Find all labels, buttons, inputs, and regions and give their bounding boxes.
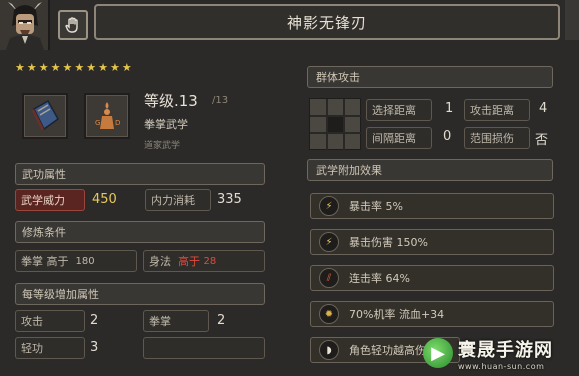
star-icon: ★ [26,61,37,74]
svg-text:G: G [95,119,100,127]
attack-stat-value: 0 [443,129,452,144]
cost-label-text: 内力消耗 [151,194,195,207]
req2-label: 身法 [149,255,171,268]
req1-value: 180 [75,255,95,267]
star-icon: ★ [62,61,73,74]
skill-book-icon [22,93,68,139]
school-emblem-icon: G D [95,102,120,129]
svg-text:D: D [115,119,120,127]
watermark-logo-icon: ▶ [423,338,453,368]
star-icon: ★ [110,61,120,74]
star-icon: ★ [38,61,49,74]
slash-icon: ⫽ [319,268,339,288]
attack-stat-label: 选择距离 [366,99,432,121]
per-level-header-label: 每等级增加属性 [22,288,99,301]
effect-label: 暴击伤害 150% [349,236,428,249]
attack-stat-value: 1 [445,101,454,116]
character-portrait[interactable] [0,0,50,50]
requirements-header-label: 修炼条件 [22,226,66,239]
skill-subschool: 道家武学 [144,141,181,151]
skill-level: 等级.13 [144,92,198,110]
effect-item: ⚡ 暴击伤害 150% [310,229,554,255]
attack-stat-value: 4 [539,101,548,116]
cost-value: 335 [217,192,242,207]
star-icon: ★ [86,61,97,74]
title-bar: 神影无锋刃 [94,4,560,40]
per-level-item-value: 2 [90,313,99,328]
attack-range-label: 攻击距离 [470,104,514,117]
portrait-image [0,0,48,50]
blood-icon: ✹ [319,304,339,324]
boot-icon: ◗ [319,340,339,360]
effect-label: 暴击率 5% [349,200,403,213]
per-level-item: 轻功 [15,337,85,359]
interval-range-label: 间隔距离 [372,132,416,145]
power-label-text: 武学威力 [21,194,65,207]
attributes-header-label: 武功属性 [22,168,66,181]
watermark-url: www.huan-sun.com [458,361,545,371]
power-label: 武学威力 [15,189,85,211]
attack-stat-label: 间隔距离 [366,127,432,149]
effect-item: ⫽ 连击率 64% [310,265,554,291]
per-level-header: 每等级增加属性 [15,283,265,305]
page-title: 神影无锋刃 [286,13,367,32]
req1-label: 拳掌 [21,255,43,268]
watermark-name: 寰晟手游网 [458,339,553,361]
book-icon [32,99,59,131]
per-level-item-label: 拳掌 [149,315,171,328]
attack-header-label: 群体攻击 [316,71,360,84]
attack-stat-label: 范围损伤 [464,127,530,149]
star-icon: ★ [121,61,132,74]
effect-label: 连击率 64% [349,272,410,285]
attack-header: 群体攻击 [307,66,553,88]
per-level-item-label: 攻击 [21,315,43,328]
hand-button[interactable] [58,10,88,40]
effect-label: 角色轻功越高伤 [349,344,426,357]
per-level-item-value: 2 [217,313,226,328]
skill-detail-screen: 神影无锋刃 ★ ★ ★ ★ ★ ★ ★ ★ ★ ★ G D 等级.13 /13 拳掌武学 道家武学… [0,0,579,376]
per-level-item-value: 3 [90,340,99,355]
per-level-item: 拳掌 [143,310,209,332]
skill-school: 拳掌武学 [144,118,188,131]
hand-icon [65,17,78,33]
req2-value: 28 [203,255,217,267]
skill-level-max: /13 [212,95,229,106]
star-icon: ★ [98,61,108,74]
cost-label: 内力消耗 [145,189,211,211]
area-grid-icon [309,98,362,151]
area-damage-label: 范围损伤 [470,132,514,145]
watermark: ▶ 寰晟手游网 www.huan-sun.com [417,330,579,376]
skill-stars: ★ ★ ★ ★ ★ ★ ★ ★ ★ ★ [15,62,132,74]
attributes-header: 武功属性 [15,163,265,185]
requirements-header: 修炼条件 [15,221,265,243]
star-icon: ★ [50,61,61,74]
attack-stat-value: 否 [535,133,549,148]
corner-decoration [565,0,579,40]
star-icon: ★ [15,61,25,74]
per-level-item: 攻击 [15,310,85,332]
star-icon: ★ [74,61,85,74]
req1-cond: 高于 [46,255,69,268]
effect-label: 70%机率 流血+34 [349,308,445,321]
effect-item: ⚡ 暴击率 5% [310,193,554,219]
requirement-2: 身法 高于 28 [143,250,265,272]
req2-cond: 高于 [178,255,200,268]
select-range-label: 选择距离 [372,104,416,117]
attack-stat-label: 攻击距离 [464,99,530,121]
lightning-icon: ⚡ [319,196,339,216]
power-value: 450 [92,192,117,207]
effect-item: ✹ 70%机率 流血+34 [310,301,554,327]
per-level-item-label: 轻功 [21,342,43,355]
per-level-item-empty [143,337,265,359]
effects-header: 武学附加效果 [307,159,553,181]
lightning-icon: ⚡ [319,232,339,252]
effects-header-label: 武学附加效果 [316,164,382,177]
school-emblem: G D [84,93,130,139]
requirement-1: 拳掌 高于 180 [15,250,137,272]
